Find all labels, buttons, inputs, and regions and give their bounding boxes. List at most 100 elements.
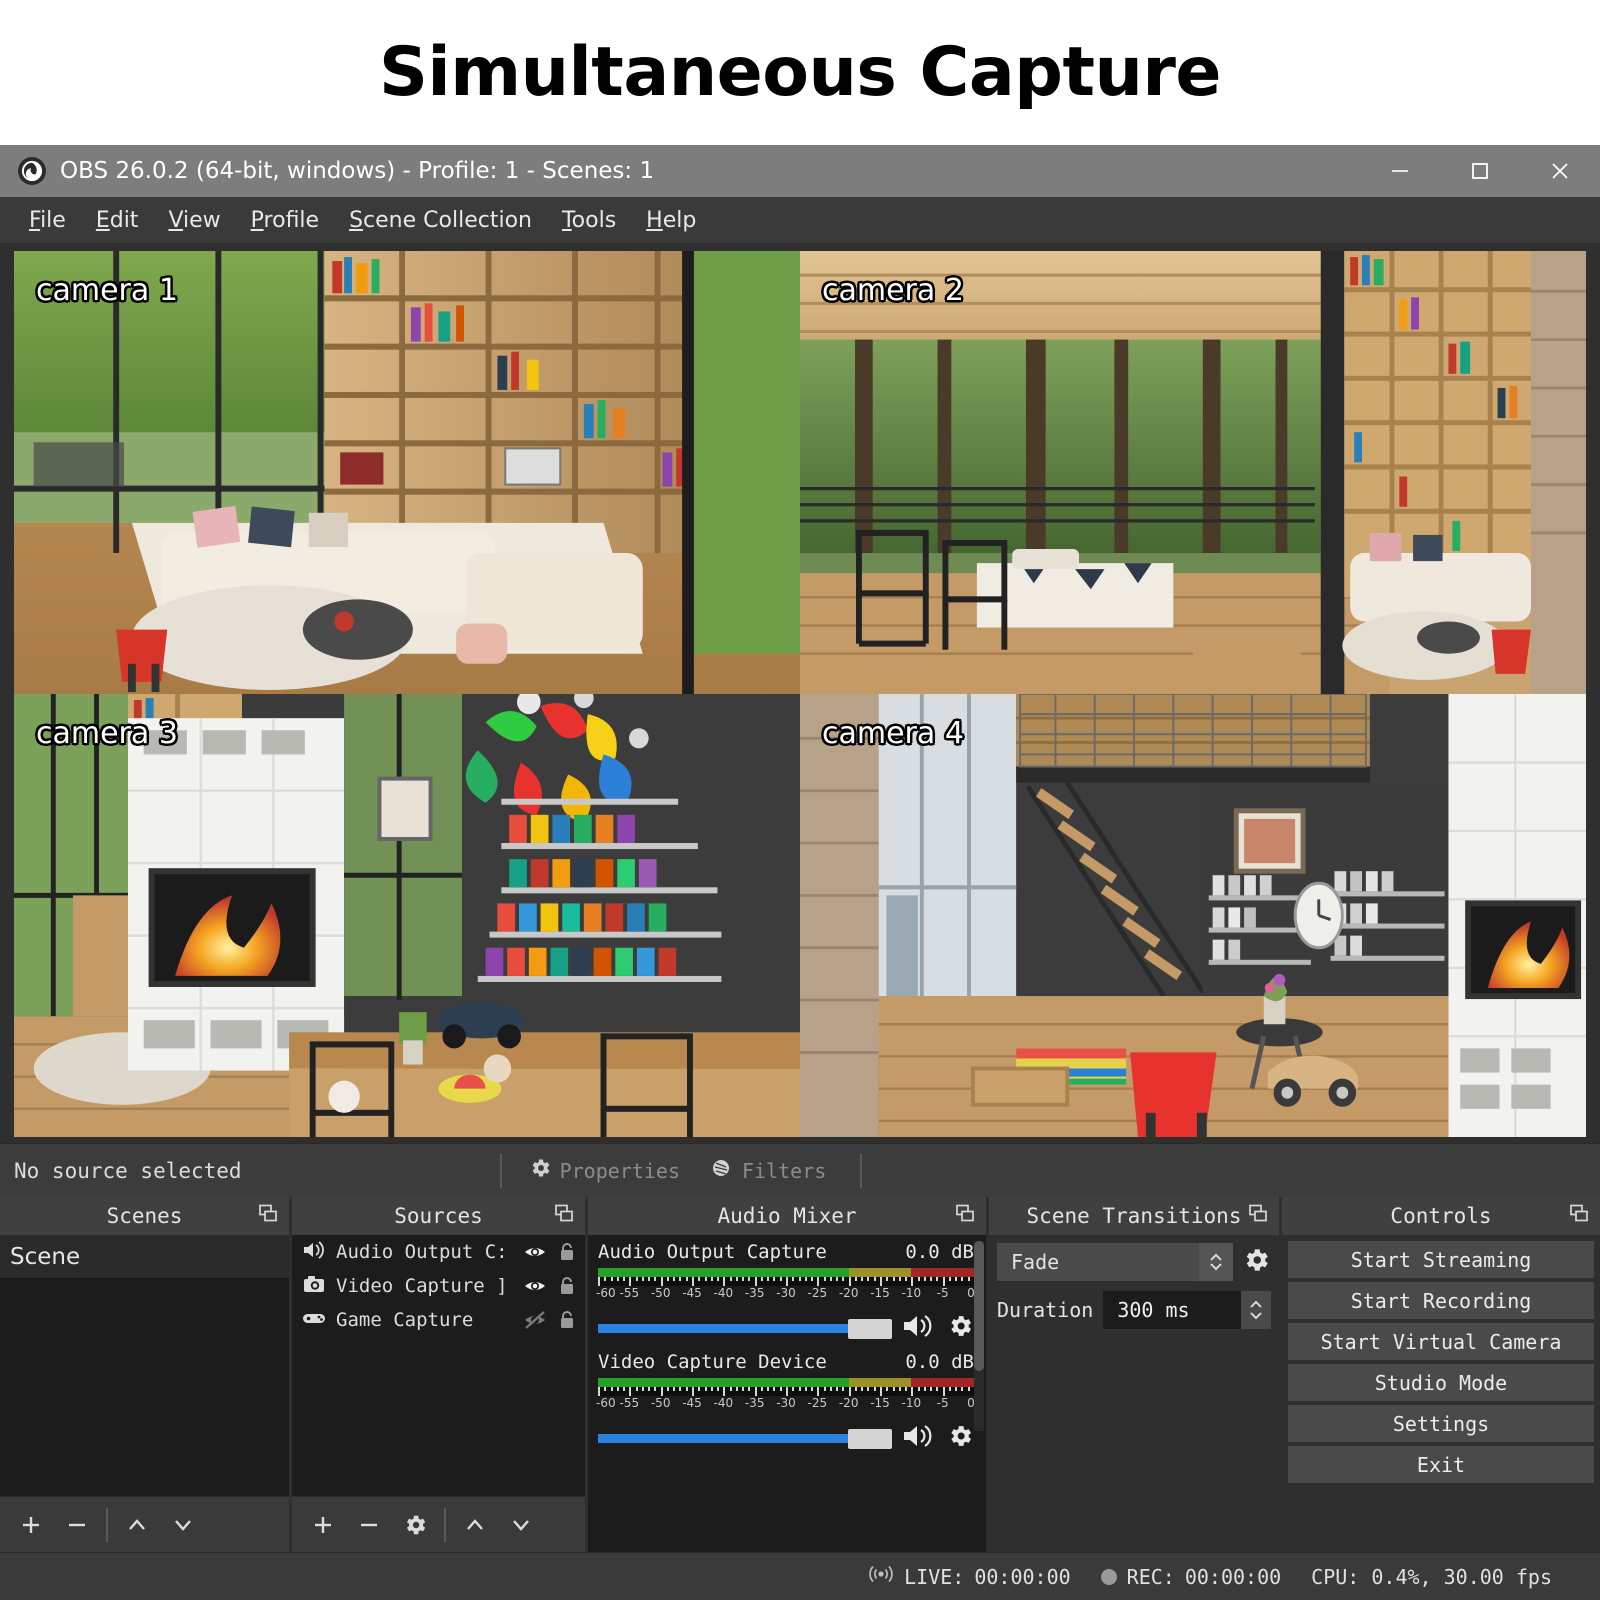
eye-icon[interactable] bbox=[523, 1241, 547, 1263]
audio-meter-tick bbox=[642, 1277, 644, 1281]
sources-list[interactable]: Audio Output C: bbox=[292, 1235, 585, 1496]
scenes-float-icon[interactable] bbox=[257, 1203, 279, 1230]
scenes-dock: Scenes Scene bbox=[0, 1197, 289, 1552]
duration-spinner[interactable]: 300 ms bbox=[1103, 1291, 1271, 1329]
eye-icon[interactable] bbox=[523, 1275, 547, 1297]
remove-source-button[interactable] bbox=[346, 1502, 392, 1548]
audio-meter-tick bbox=[861, 1277, 863, 1281]
audio-meter-tick-label: -35 bbox=[745, 1286, 765, 1300]
settings-button[interactable]: Settings bbox=[1288, 1405, 1594, 1442]
live-time: 00:00:00 bbox=[974, 1565, 1070, 1589]
mixer-scrollbar-thumb[interactable] bbox=[974, 1241, 984, 1371]
menu-item-scene-collection[interactable]: Scene Collection bbox=[336, 204, 545, 237]
source-properties-button[interactable] bbox=[392, 1502, 438, 1548]
record-indicator-icon bbox=[1101, 1569, 1117, 1585]
audio-meter-ticks bbox=[598, 1277, 974, 1286]
audio-meter-tick bbox=[654, 1277, 656, 1281]
source-list-item[interactable]: Audio Output C: bbox=[292, 1235, 585, 1269]
add-source-button[interactable] bbox=[300, 1502, 346, 1548]
camera-tile-4[interactable]: camera 4 bbox=[800, 694, 1586, 1137]
lock-icon[interactable] bbox=[557, 1241, 577, 1263]
lock-icon[interactable] bbox=[557, 1309, 577, 1331]
minimize-button[interactable] bbox=[1360, 145, 1440, 197]
remove-scene-button[interactable] bbox=[54, 1502, 100, 1548]
audio-meter-tick bbox=[849, 1387, 851, 1396]
scene-list-item[interactable]: Scene bbox=[0, 1235, 289, 1279]
camera-2-label: camera 2 bbox=[822, 273, 964, 308]
source-list-item[interactable]: Game Capture bbox=[292, 1303, 585, 1337]
audio-meter-tick-label: -5 bbox=[937, 1396, 949, 1410]
mute-icon[interactable] bbox=[902, 1422, 936, 1455]
volume-row bbox=[598, 1422, 974, 1455]
audio-meter-tick bbox=[855, 1387, 857, 1391]
duration-stepper-icon[interactable] bbox=[1241, 1291, 1271, 1329]
audio-meter-tick bbox=[636, 1387, 638, 1391]
audio-meter-tick bbox=[893, 1387, 895, 1391]
gear-icon bbox=[528, 1156, 552, 1185]
menu-item-edit[interactable]: Edit bbox=[83, 204, 152, 237]
audio-meter-tick bbox=[692, 1277, 694, 1286]
start-recording-button[interactable]: Start Recording bbox=[1288, 1282, 1594, 1319]
chevron-updown-icon[interactable] bbox=[1199, 1243, 1233, 1281]
menu-item-view[interactable]: View bbox=[155, 204, 233, 237]
scenes-list[interactable]: Scene bbox=[0, 1235, 289, 1496]
speaker-icon bbox=[302, 1239, 326, 1266]
audio-meter-tick bbox=[943, 1387, 945, 1396]
audio-meter-scale: -60-55-50-45-40-35-30-25-20-15-10-50 bbox=[598, 1286, 974, 1303]
camera-tile-2[interactable]: camera 2 bbox=[800, 251, 1586, 694]
move-scene-down-button[interactable] bbox=[160, 1502, 206, 1548]
source-list-item[interactable]: Video Capture ] bbox=[292, 1269, 585, 1303]
audio-meter-tick bbox=[824, 1387, 826, 1391]
maximize-button[interactable] bbox=[1440, 145, 1520, 197]
transition-duration-row: Duration 300 ms bbox=[997, 1291, 1271, 1329]
mixer-channel-name: Audio Output Capture bbox=[598, 1241, 827, 1263]
audio-meter-tick bbox=[598, 1387, 600, 1396]
audio-meter-tick bbox=[755, 1277, 757, 1286]
move-scene-up-button[interactable] bbox=[114, 1502, 160, 1548]
mute-icon[interactable] bbox=[902, 1312, 936, 1345]
transition-select[interactable]: Fade bbox=[997, 1243, 1233, 1281]
mixer-channels[interactable]: Audio Output Capture 0.0 dB -60-55-50-45… bbox=[588, 1235, 986, 1552]
filters-button[interactable]: Filters bbox=[710, 1156, 826, 1185]
mixer-settings-gear-icon[interactable] bbox=[946, 1312, 974, 1345]
start-streaming-button[interactable]: Start Streaming bbox=[1288, 1241, 1594, 1278]
eye-hidden-icon[interactable] bbox=[523, 1309, 547, 1331]
camera-tile-3[interactable]: camera 3 bbox=[14, 694, 800, 1137]
audio-meter-tick bbox=[604, 1387, 606, 1391]
studio-mode-button[interactable]: Studio Mode bbox=[1288, 1364, 1594, 1401]
menu-item-tools[interactable]: Tools bbox=[549, 204, 629, 237]
volume-slider[interactable] bbox=[598, 1429, 892, 1449]
filters-label: Filters bbox=[742, 1159, 826, 1183]
source-item-label: Game Capture bbox=[336, 1309, 513, 1331]
audio-level-meter bbox=[598, 1268, 974, 1277]
mixer-scrollbar[interactable] bbox=[974, 1241, 984, 1431]
menu-label-view-rest: iew bbox=[183, 208, 221, 233]
controls-buttons: Start Streaming Start Recording Start Vi… bbox=[1282, 1235, 1600, 1552]
move-source-up-button[interactable] bbox=[452, 1502, 498, 1548]
sources-float-icon[interactable] bbox=[553, 1203, 575, 1230]
audio-meter-tick bbox=[924, 1277, 926, 1281]
menu-item-profile[interactable]: Profile bbox=[238, 204, 332, 237]
volume-handle[interactable] bbox=[848, 1319, 892, 1339]
transitions-float-icon[interactable] bbox=[1247, 1203, 1269, 1230]
mixer-float-icon[interactable] bbox=[954, 1203, 976, 1230]
audio-meter-tick bbox=[786, 1387, 788, 1396]
add-scene-button[interactable] bbox=[8, 1502, 54, 1548]
volume-slider[interactable] bbox=[598, 1319, 892, 1339]
volume-handle[interactable] bbox=[848, 1429, 892, 1449]
close-button[interactable] bbox=[1520, 145, 1600, 197]
camera-tile-1[interactable]: camera 1 bbox=[14, 251, 800, 694]
audio-meter-tick-label: -45 bbox=[682, 1396, 702, 1410]
preview-canvas[interactable]: camera 1 bbox=[14, 251, 1586, 1137]
controls-float-icon[interactable] bbox=[1568, 1203, 1590, 1230]
lock-icon[interactable] bbox=[557, 1275, 577, 1297]
transition-properties-gear-icon[interactable] bbox=[1241, 1245, 1271, 1280]
move-source-down-button[interactable] bbox=[498, 1502, 544, 1548]
start-virtual-camera-button[interactable]: Start Virtual Camera bbox=[1288, 1323, 1594, 1360]
menu-item-file[interactable]: File bbox=[16, 204, 79, 237]
menu-item-help[interactable]: Help bbox=[633, 204, 709, 237]
mixer-settings-gear-icon[interactable] bbox=[946, 1422, 974, 1455]
properties-button[interactable]: Properties bbox=[528, 1156, 680, 1185]
audio-meter-tick bbox=[786, 1277, 788, 1286]
exit-button[interactable]: Exit bbox=[1288, 1446, 1594, 1483]
